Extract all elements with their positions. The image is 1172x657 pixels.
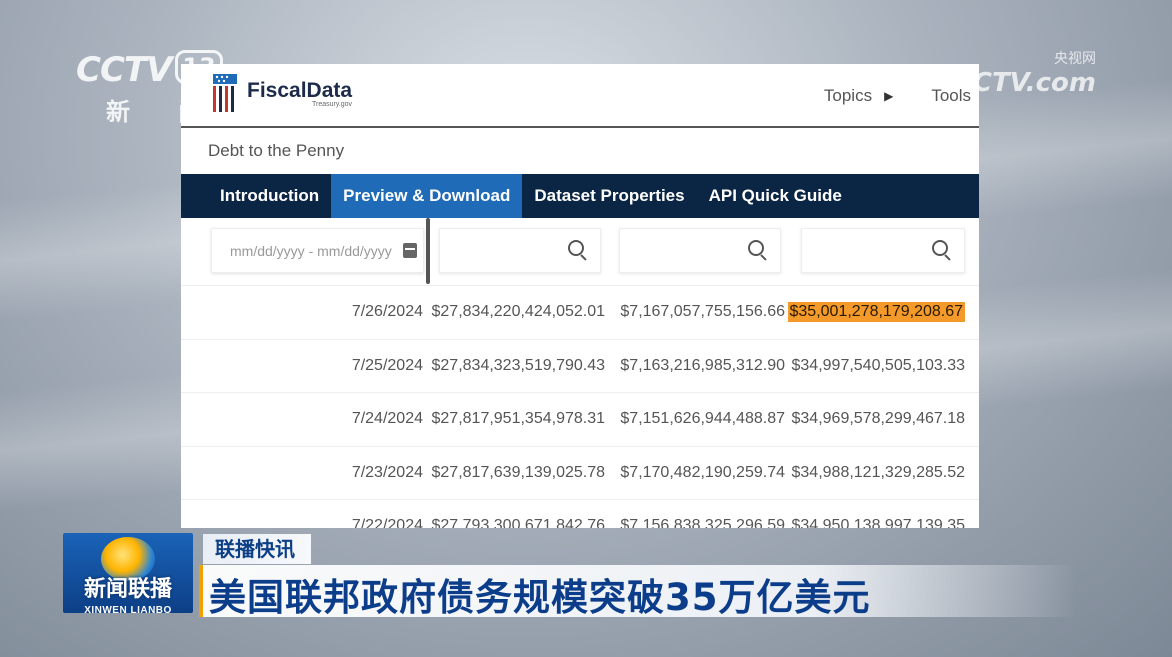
program-name-cn: 新闻联播 bbox=[83, 577, 172, 602]
cell-intragovernmental-holdings: $7,170,482,190,259.74 bbox=[620, 463, 785, 481]
table-row: 7/23/2024 $27,817,639,139,025.78 $7,170,… bbox=[181, 445, 979, 500]
cell-date: 7/24/2024 bbox=[351, 410, 423, 428]
search-icon[interactable] bbox=[748, 240, 764, 256]
column-search-input[interactable] bbox=[619, 228, 781, 273]
cell-intragovernmental-holdings: $7,156,838,325,296.59 bbox=[620, 517, 785, 528]
caret-right-icon[interactable]: ▶ bbox=[884, 89, 893, 103]
site-header: FiscalData Treasury.gov Topics ▶ Tools bbox=[181, 64, 979, 128]
cell-intragovernmental-holdings: $7,151,626,944,488.87 bbox=[620, 410, 785, 428]
date-range-input[interactable]: mm/dd/yyyy - mm/dd/yyyy bbox=[211, 228, 424, 273]
column-search-input[interactable] bbox=[801, 228, 965, 273]
cell-debt-held-by-public: $27,817,639,139,025.78 bbox=[431, 463, 606, 481]
tab-introduction[interactable]: Introduction bbox=[208, 174, 331, 218]
cell-date: 7/25/2024 bbox=[351, 356, 423, 374]
cell-total-public-debt: $34,969,578,299,467.18 bbox=[791, 410, 966, 428]
nav-tools[interactable]: Tools bbox=[931, 86, 971, 106]
cell-debt-held-by-public: $27,834,323,519,790.43 bbox=[431, 356, 606, 374]
highlighted-total: $35,001,278,179,208.67 bbox=[787, 302, 965, 323]
headline: 美国联邦政府债务规模突破35万亿美元 bbox=[209, 576, 871, 619]
program-name-en: XINWEN LIANBO bbox=[84, 605, 172, 616]
table-row: 7/24/2024 $27,817,951,354,978.31 $7,151,… bbox=[181, 392, 979, 446]
table-row: 7/25/2024 $27,834,323,519,790.43 $7,163,… bbox=[181, 338, 979, 393]
flag-logo-icon bbox=[213, 74, 237, 112]
calendar-icon[interactable] bbox=[403, 243, 417, 258]
page-title: Debt to the Penny bbox=[208, 141, 345, 160]
date-range-placeholder: mm/dd/yyyy - mm/dd/yyyy bbox=[230, 243, 392, 259]
cell-total-public-debt: $35,001,278,179,208.67 bbox=[787, 286, 965, 339]
nav-topics[interactable]: Topics bbox=[824, 86, 872, 106]
tab-dataset-properties[interactable]: Dataset Properties bbox=[522, 174, 696, 218]
cell-date: 7/22/2024 bbox=[351, 517, 423, 528]
cell-intragovernmental-holdings: $7,163,216,985,312.90 bbox=[620, 356, 785, 374]
cell-date: 7/26/2024 bbox=[351, 303, 423, 321]
brand-name: FiscalData bbox=[247, 78, 353, 102]
search-icon[interactable] bbox=[568, 240, 584, 256]
headline-bar: 美国联邦政府债务规模突破35万亿美元 bbox=[199, 565, 1077, 619]
column-search-input[interactable] bbox=[439, 228, 601, 273]
fiscaldata-screen: FiscalData Treasury.gov Topics ▶ Tools D… bbox=[181, 64, 979, 528]
cell-total-public-debt: $34,997,540,505,103.33 bbox=[791, 356, 966, 374]
table-row: 7/22/2024 $27,793,300,671,842.76 $7,156,… bbox=[181, 499, 979, 528]
dataset-tabs: Introduction Preview & Download Dataset … bbox=[181, 174, 979, 218]
column-resize-handle[interactable] bbox=[426, 218, 430, 284]
segment-tag: 联播快讯 bbox=[203, 534, 311, 564]
tab-api-quick-guide[interactable]: API Quick Guide bbox=[697, 174, 854, 218]
data-table: mm/dd/yyyy - mm/dd/yyyy 7/26/2024 $27,83… bbox=[181, 218, 979, 528]
fiscaldata-logo[interactable]: FiscalData Treasury.gov bbox=[209, 72, 352, 114]
cell-total-public-debt: $34,950,138,997,139.35 bbox=[791, 517, 966, 528]
top-nav: Topics ▶ Tools bbox=[824, 86, 971, 106]
xinwen-lianbo-logo: 新闻联播 XINWEN LIANBO bbox=[63, 533, 193, 616]
cell-total-public-debt: $34,988,121,329,285.52 bbox=[791, 463, 966, 481]
filter-row: mm/dd/yyyy - mm/dd/yyyy bbox=[181, 218, 979, 285]
news-lower-third: 新闻联播 XINWEN LIANBO 联播快讯 美国联邦政府债务规模突破35万亿… bbox=[63, 533, 1077, 619]
cell-date: 7/23/2024 bbox=[351, 463, 423, 481]
table-row: 7/26/2024 $27,834,220,424,052.01 $7,167,… bbox=[181, 285, 979, 339]
search-icon[interactable] bbox=[932, 240, 948, 256]
cell-debt-held-by-public: $27,817,951,354,978.31 bbox=[431, 410, 606, 428]
tab-preview-download[interactable]: Preview & Download bbox=[331, 174, 523, 218]
cell-intragovernmental-holdings: $7,167,057,755,156.66 bbox=[620, 303, 785, 321]
cell-debt-held-by-public: $27,793,300,671,842.76 bbox=[431, 517, 606, 528]
cell-debt-held-by-public: $27,834,220,424,052.01 bbox=[431, 303, 606, 321]
